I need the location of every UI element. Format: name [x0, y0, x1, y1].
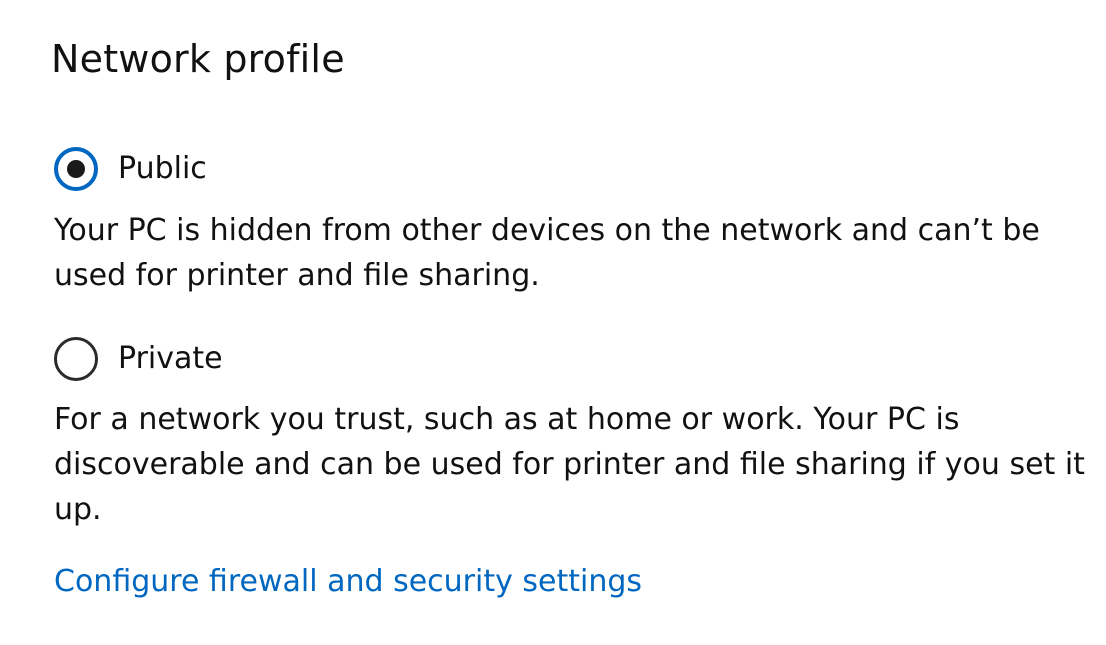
- public-description: Your PC is hidden from other devices on …: [54, 213, 1040, 293]
- private-radio-option[interactable]: Private: [54, 336, 223, 382]
- network-profile-section: Network profile Public Your PC is hidden…: [0, 0, 1106, 645]
- radio-selected-dot: [67, 160, 85, 178]
- public-radio-option[interactable]: Public: [54, 146, 207, 192]
- private-description: For a network you trust, such as at home…: [54, 402, 1085, 527]
- radio-checked-icon[interactable]: [54, 147, 98, 191]
- section-title: Network profile: [51, 37, 345, 81]
- radio-unchecked-icon[interactable]: [54, 337, 98, 381]
- public-radio-label[interactable]: Public: [118, 149, 207, 189]
- configure-firewall-link[interactable]: Configure firewall and security settings: [54, 560, 642, 604]
- private-radio-label[interactable]: Private: [118, 339, 223, 379]
